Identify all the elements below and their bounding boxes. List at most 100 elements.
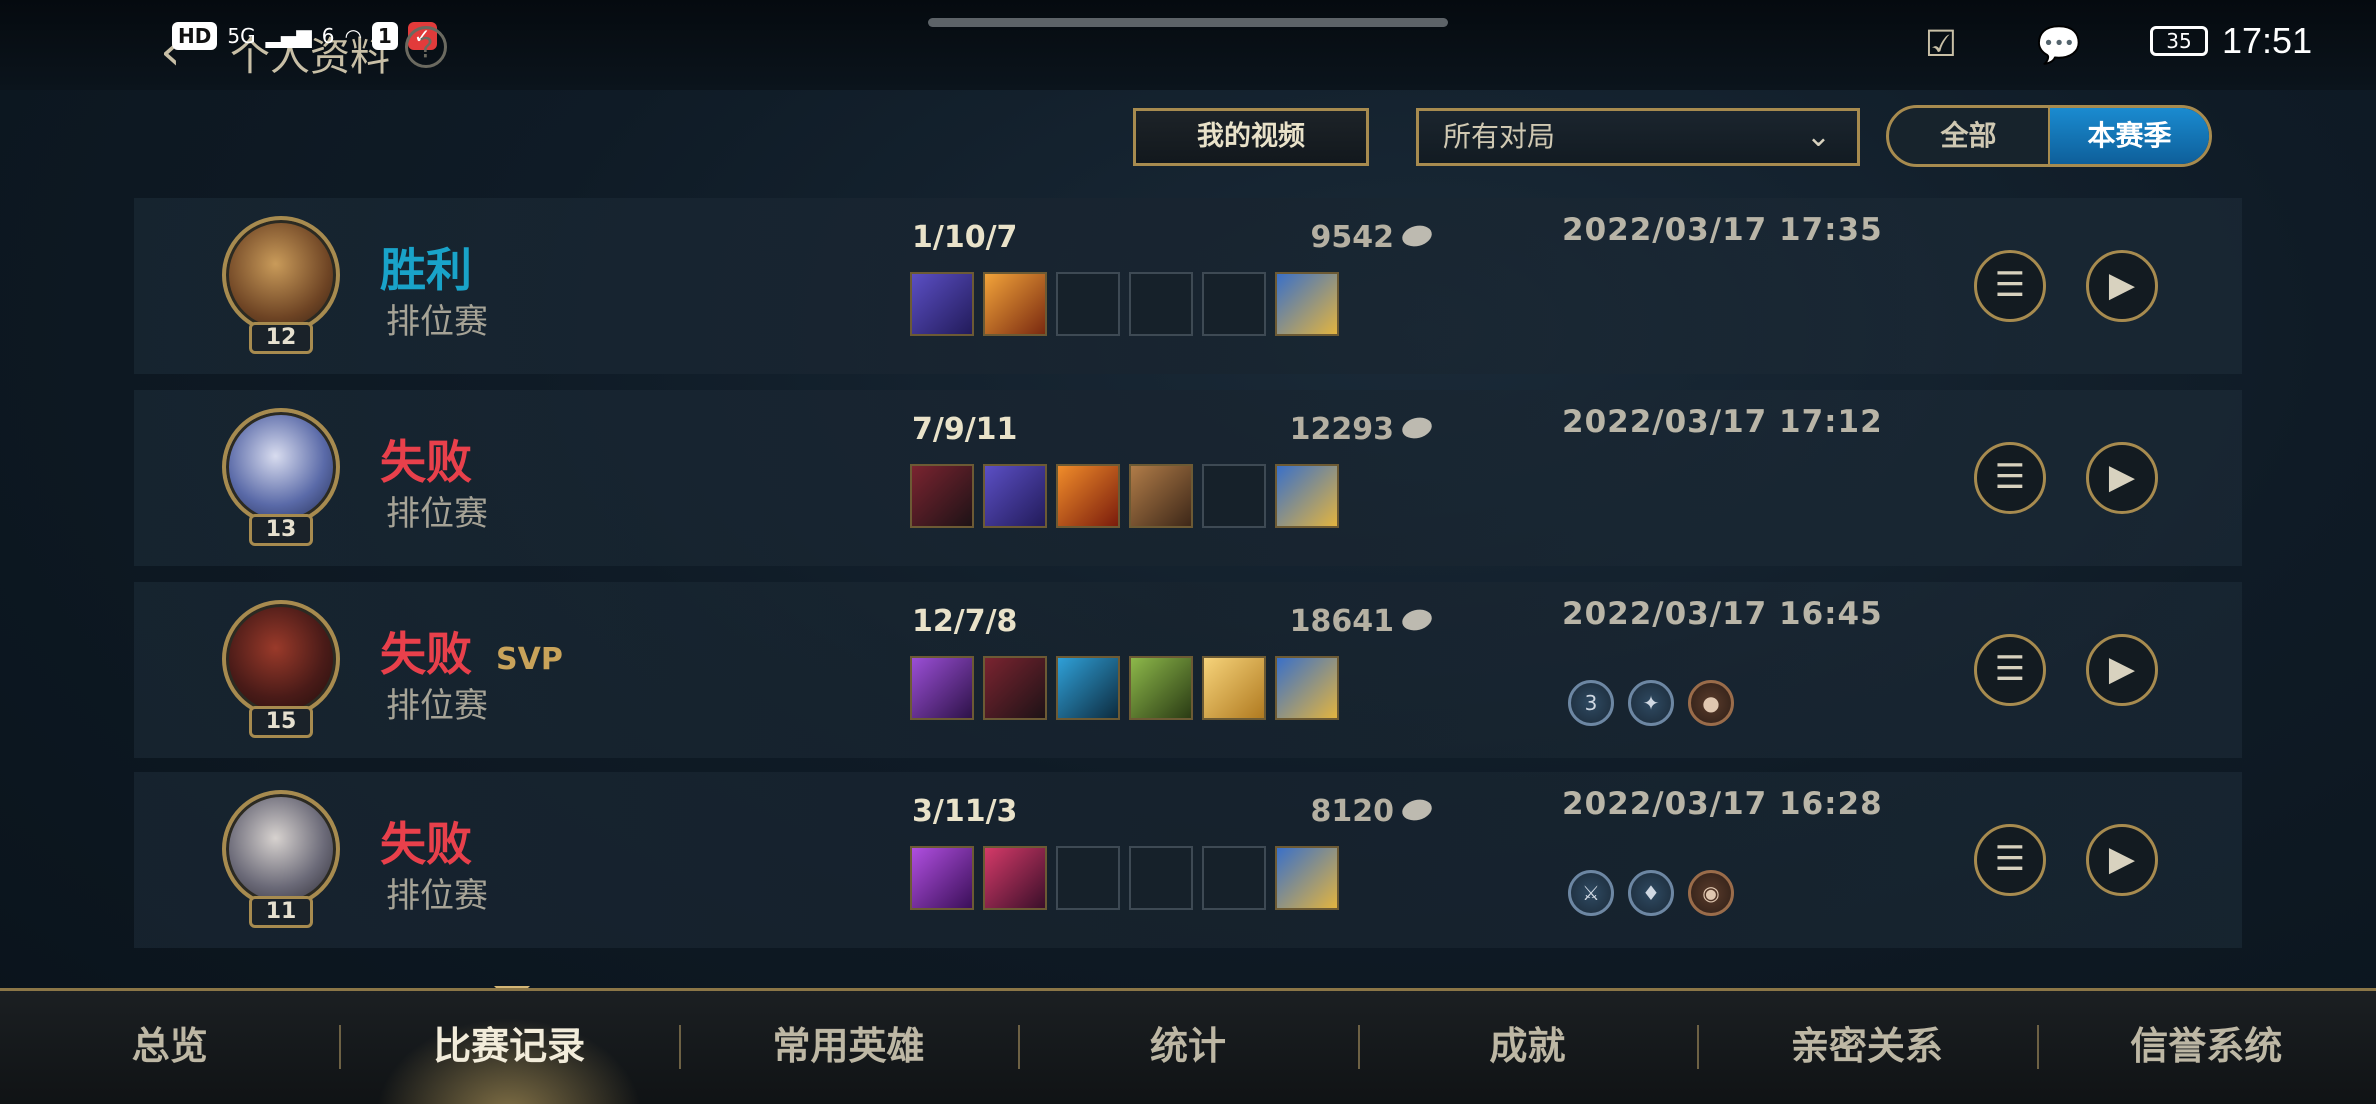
network-5g-icon: 5G [227, 24, 256, 48]
season-toggle[interactable]: 全部 本赛季 [1886, 105, 2212, 167]
match-badges: ⚔ ♦ ◉ [1568, 870, 1734, 916]
item-slots [910, 464, 1339, 528]
fire-spear-item-icon[interactable] [1056, 464, 1120, 528]
tab-achievements[interactable]: 成就 [1357, 991, 1697, 1104]
match-details-list-button[interactable]: ☰ [1974, 250, 2046, 322]
trinket-item-icon[interactable] [1275, 272, 1339, 336]
gold-value: 9542 [1194, 220, 1434, 255]
match-mode: 排位赛 [386, 494, 488, 534]
match-date: 2022/03/17 16:28 [1562, 786, 1883, 822]
season-toggle-all[interactable]: 全部 [1889, 108, 2048, 164]
tab-favorite-heroes[interactable]: 常用英雄 [678, 991, 1018, 1104]
match-replay-button[interactable]: ▶ [2086, 250, 2158, 322]
hero-level-badge: 15 [249, 706, 313, 738]
gold-coin-icon [1400, 222, 1434, 250]
kda-value: 1/10/7 [912, 220, 1018, 255]
violet-blade-item-icon[interactable] [910, 846, 974, 910]
match-row[interactable]: 11 失败 排位赛 3/11/3 8120 2022/03/17 16:28 ⚔… [134, 772, 2242, 948]
purple-dagger-item-icon[interactable] [983, 464, 1047, 528]
item-slots [910, 272, 1339, 336]
tab-relationships[interactable]: 亲密关系 [1697, 991, 2036, 1104]
achievement-badge-icon: ◉ [1688, 870, 1734, 916]
dark-blade-item-icon[interactable] [983, 656, 1047, 720]
match-row[interactable]: 13 失败 排位赛 7/9/11 12293 2022/03/17 17:12 … [134, 390, 2242, 566]
hero-level-badge: 13 [249, 514, 313, 546]
match-details-list-button[interactable]: ☰ [1974, 634, 2046, 706]
tab-match-history[interactable]: 比赛记录 [339, 991, 679, 1104]
empty-item-slot [1202, 846, 1266, 910]
empty-item-slot [1202, 272, 1266, 336]
tab-overview[interactable]: 总览 [0, 991, 339, 1104]
achievement-badge-icon: ⚔ [1568, 870, 1614, 916]
blue-spear-item-icon[interactable] [1056, 656, 1120, 720]
green-axe-item-icon[interactable] [1129, 656, 1193, 720]
dark-blade-item-icon[interactable] [910, 464, 974, 528]
achievement-badge-icon: 3 [1568, 680, 1614, 726]
hero-level-badge: 12 [249, 322, 313, 354]
gold-coin-icon [1400, 606, 1434, 634]
my-videos-button[interactable]: 我的视频 [1133, 108, 1369, 166]
match-replay-button[interactable]: ▶ [2086, 634, 2158, 706]
match-result: 失败 [380, 627, 472, 681]
trinket-item-icon[interactable] [1275, 656, 1339, 720]
chat-icon[interactable]: 💬 [2036, 24, 2082, 66]
battery-icon: 35 [2150, 26, 2208, 56]
match-row[interactable]: 12 胜利 排位赛 1/10/7 9542 2022/03/17 17:35 ☰… [134, 198, 2242, 374]
gold-coin-icon [1400, 796, 1434, 824]
match-mode: 排位赛 [386, 302, 488, 342]
achievement-badge-icon: ♦ [1628, 870, 1674, 916]
hero-avatar[interactable] [222, 790, 340, 908]
match-type-select-value: 所有对局 [1443, 120, 1556, 153]
match-replay-button[interactable]: ▶ [2086, 824, 2158, 896]
angel-wings-item-icon[interactable] [1202, 656, 1266, 720]
item-slots [910, 846, 1339, 910]
signal-icon: ▂▄▆ [265, 24, 312, 48]
match-replay-button[interactable]: ▶ [2086, 442, 2158, 514]
violet-sword-item-icon[interactable] [910, 656, 974, 720]
gold-coin-icon [1400, 414, 1434, 442]
hero-avatar[interactable] [222, 408, 340, 526]
chevron-down-icon: ⌄ [1805, 119, 1831, 154]
trinket-item-icon[interactable] [1275, 846, 1339, 910]
task-check-icon[interactable]: ☑ [1918, 24, 1964, 66]
match-details-list-button[interactable]: ☰ [1974, 824, 2046, 896]
match-mode: 排位赛 [386, 686, 488, 726]
empty-item-slot [1202, 464, 1266, 528]
hero-avatar[interactable] [222, 216, 340, 334]
match-result: 胜利 [380, 243, 472, 297]
gold-amount: 9542 [1310, 220, 1395, 255]
trinket-item-icon[interactable] [1275, 464, 1339, 528]
drag-handle[interactable] [928, 18, 1448, 27]
svp-badge: SVP [496, 642, 563, 677]
achievement-badge-icon: ✦ [1628, 680, 1674, 726]
match-row[interactable]: 15 失败 SVP 排位赛 12/7/8 18641 2022/03/17 16… [134, 582, 2242, 758]
gold-amount: 18641 [1289, 604, 1394, 639]
empty-item-slot [1056, 846, 1120, 910]
gold-amount: 8120 [1310, 794, 1395, 829]
gold-amount: 12293 [1289, 412, 1394, 447]
sun-staff-item-icon[interactable] [983, 272, 1047, 336]
match-mode: 排位赛 [386, 876, 488, 916]
tab-statistics[interactable]: 统计 [1018, 991, 1357, 1104]
bottom-nav: 总览 比赛记录 常用英雄 统计 成就 亲密关系 信誉系统 [0, 988, 2376, 1104]
match-date: 2022/03/17 17:12 [1562, 404, 1883, 440]
hammer-item-icon[interactable] [1129, 464, 1193, 528]
system-status-icons: HD 5G ▂▄▆ 6 ◠ 1 ✓ [172, 22, 437, 50]
hero-avatar[interactable] [222, 600, 340, 718]
match-result: 失败 [380, 817, 472, 871]
clock: 17:51 [2222, 20, 2313, 61]
wifi-icon: ◠ [344, 24, 362, 48]
match-date: 2022/03/17 16:45 [1562, 596, 1883, 632]
kda-value: 3/11/3 [912, 794, 1018, 829]
match-type-select[interactable]: 所有对局 ⌄ [1416, 108, 1860, 166]
purple-dagger-item-icon[interactable] [910, 272, 974, 336]
tab-honor-system[interactable]: 信誉系统 [2036, 991, 2376, 1104]
help-icon[interactable]: ? [405, 26, 447, 68]
gold-value: 18641 [1194, 604, 1434, 639]
hd-icon: HD [172, 22, 218, 50]
network-6-icon: 6 [321, 24, 335, 48]
season-toggle-current[interactable]: 本赛季 [2048, 108, 2209, 164]
match-date: 2022/03/17 17:35 [1562, 212, 1883, 248]
match-details-list-button[interactable]: ☰ [1974, 442, 2046, 514]
red-claw-item-icon[interactable] [983, 846, 1047, 910]
